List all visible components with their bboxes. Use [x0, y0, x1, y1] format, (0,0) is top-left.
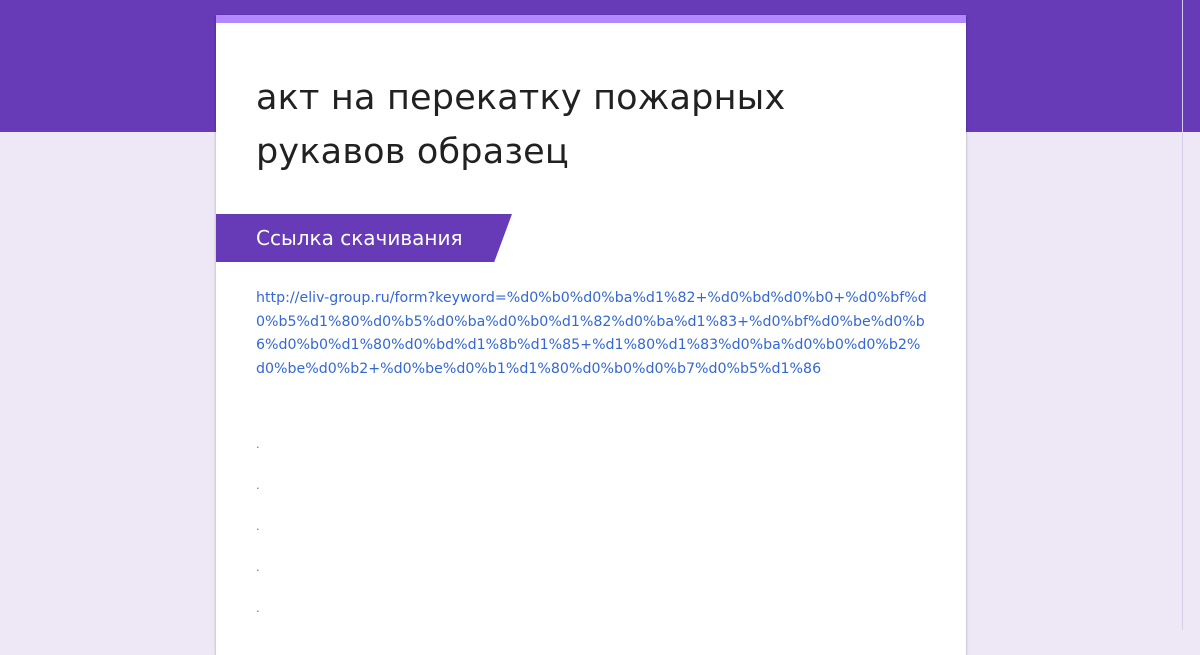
download-link[interactable]: http://eliv-group.ru/form?keyword=%d0%b0… — [256, 287, 928, 381]
scrollbar-track-header — [1183, 0, 1200, 132]
section-header-banner: Ссылка скачивания — [216, 214, 512, 262]
dot-list: . . . . . — [256, 423, 260, 628]
card-accent-bar — [216, 15, 966, 23]
form-card: акт на перекатку пожарных рукавов образе… — [216, 15, 966, 655]
scrollbar-track[interactable] — [1182, 0, 1200, 630]
dot-text: . — [256, 436, 260, 451]
dot-text: . — [256, 477, 260, 492]
dot-text: . — [256, 518, 260, 533]
dot-text: . — [256, 600, 260, 615]
form-title: акт на перекатку пожарных рукавов образе… — [256, 78, 786, 172]
section-header-label: Ссылка скачивания — [256, 226, 463, 250]
dot-text: . — [256, 559, 260, 574]
